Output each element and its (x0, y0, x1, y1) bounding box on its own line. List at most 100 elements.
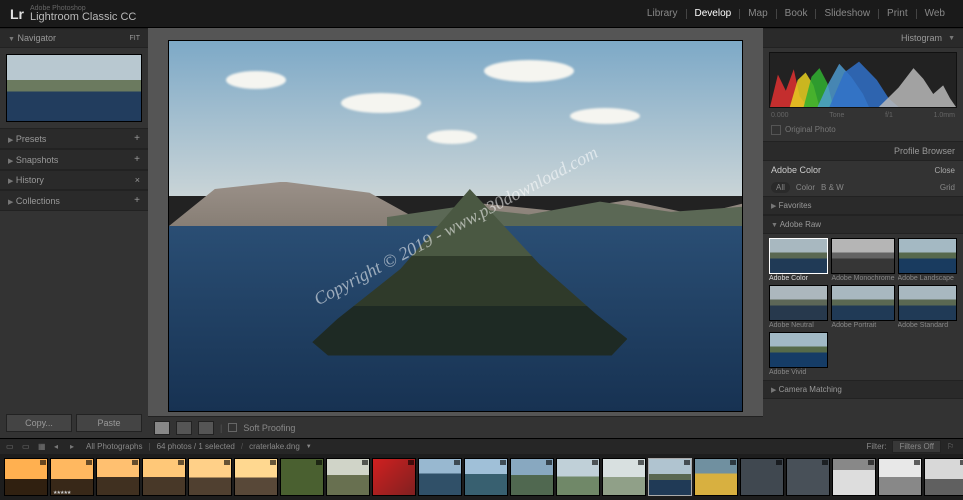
navigator-thumbnail[interactable] (6, 54, 142, 122)
soft-proof-label: Soft Proofing (243, 423, 295, 433)
module-map[interactable]: Map (740, 9, 776, 19)
chevron-down-icon: ▼ (771, 222, 778, 229)
navigator-zoom[interactable]: FIT (130, 35, 141, 42)
profile-browser-header[interactable]: Profile Browser (763, 141, 963, 161)
lr-logo: Lr (10, 6, 24, 22)
center-area: Copyright © 2019 - www.p30download.com |… (148, 28, 763, 438)
histogram-labels: 0.000 Tone f/1 1.0mm (763, 112, 963, 123)
film-thumb[interactable] (510, 458, 554, 496)
compare-view-button[interactable] (198, 421, 214, 435)
close-icon[interactable]: × (135, 175, 140, 185)
profile-adobe-portrait[interactable]: Adobe Portrait (831, 285, 894, 329)
filter-dropdown[interactable]: Filters Off (892, 440, 941, 453)
film-thumb[interactable] (372, 458, 416, 496)
loupe-view-button[interactable] (154, 421, 170, 435)
film-thumb[interactable] (188, 458, 232, 496)
film-thumb[interactable] (602, 458, 646, 496)
module-slideshow[interactable]: Slideshow (816, 9, 879, 19)
brand-title: Lightroom Classic CC (30, 12, 136, 23)
filter-all[interactable]: All (771, 182, 790, 193)
before-after-button[interactable] (176, 421, 192, 435)
film-thumb[interactable] (280, 458, 324, 496)
camera-matching-section[interactable]: ▶ Camera Matching (763, 380, 963, 399)
chevron-right-icon: ▶ (8, 199, 13, 206)
film-thumb[interactable] (4, 458, 48, 496)
image-preview[interactable]: Copyright © 2019 - www.p30download.com (168, 40, 743, 412)
film-thumb[interactable] (464, 458, 508, 496)
profile-adobe-neutral[interactable]: Adobe Neutral (769, 285, 828, 329)
chevron-down-icon[interactable]: ▼ (306, 444, 312, 450)
navigator-header[interactable]: ▼ Navigator FIT (0, 28, 148, 48)
filter-color[interactable]: Color (796, 183, 815, 192)
profile-adobe-color[interactable]: Adobe Color (769, 238, 828, 282)
develop-toolbar: | Soft Proofing (148, 416, 763, 438)
left-panel: ▼ Navigator FIT ▶ Presets+ ▶ Snapshots+ … (0, 28, 148, 438)
profile-grid: Adobe Color Adobe Monochrome Adobe Lands… (763, 234, 963, 380)
grid-mode-toggle[interactable]: Grid (940, 183, 955, 192)
grid-icon[interactable]: ▦ (38, 442, 48, 452)
film-thumb[interactable] (418, 458, 462, 496)
film-thumb[interactable] (786, 458, 830, 496)
film-thumb[interactable] (648, 458, 692, 496)
film-thumb[interactable] (96, 458, 140, 496)
profile-browser-title: Profile Browser (894, 146, 955, 156)
soft-proof-checkbox[interactable] (228, 423, 237, 432)
paste-button[interactable]: Paste (76, 414, 142, 432)
film-thumb[interactable] (694, 458, 738, 496)
panel-presets[interactable]: ▶ Presets+ (0, 128, 148, 149)
profile-adobe-standard[interactable]: Adobe Standard (898, 285, 957, 329)
filter-bw[interactable]: B & W (821, 183, 844, 192)
title-bar: Lr Adobe Photoshop Lightroom Classic CC … (0, 0, 963, 28)
film-thumb[interactable] (924, 458, 963, 496)
source-label[interactable]: All Photographs (86, 442, 142, 451)
chevron-down-icon: ▼ (948, 35, 955, 42)
favorites-section[interactable]: ▶ Favorites (763, 196, 963, 215)
histogram-header[interactable]: Histogram ▼ (763, 28, 963, 48)
right-panel: Histogram ▼ 0.000 Tone f/1 1.0mm Original… (763, 28, 963, 438)
panel-collections[interactable]: ▶ Collections+ (0, 190, 148, 211)
chevron-down-icon: ▼ (8, 36, 15, 43)
module-print[interactable]: Print (879, 9, 917, 19)
chevron-right-icon: ▶ (8, 158, 13, 165)
flag-icon[interactable]: ⚐ (947, 442, 957, 452)
film-thumb[interactable] (740, 458, 784, 496)
profile-adobe-vivid[interactable]: Adobe Vivid (769, 332, 828, 376)
profile-adobe-monochrome[interactable]: Adobe Monochrome (831, 238, 894, 282)
histogram-title: Histogram (901, 33, 942, 43)
plus-icon[interactable]: + (134, 154, 140, 165)
copy-button[interactable]: Copy... (6, 414, 72, 432)
plus-icon[interactable]: + (134, 133, 140, 144)
module-picker: Library Develop Map Book Slideshow Print… (639, 9, 953, 19)
film-thumb[interactable]: ★★★★★ (50, 458, 94, 496)
film-thumb[interactable] (556, 458, 600, 496)
filter-label: Filter: (866, 442, 886, 451)
second-window-icon[interactable]: ▭ (22, 442, 32, 452)
navigator-title: Navigator (17, 33, 56, 43)
back-icon[interactable]: ◂ (54, 442, 64, 452)
chevron-right-icon: ▶ (771, 203, 776, 210)
forward-icon[interactable]: ▸ (70, 442, 80, 452)
film-thumb[interactable] (142, 458, 186, 496)
photo-count: 64 photos / 1 selected (157, 442, 235, 451)
film-thumb[interactable] (326, 458, 370, 496)
chevron-right-icon: ▶ (771, 387, 776, 394)
plus-icon[interactable]: + (134, 195, 140, 206)
close-button[interactable]: Close (935, 166, 955, 175)
adobe-raw-section[interactable]: ▼ Adobe Raw (763, 215, 963, 234)
film-thumb[interactable] (832, 458, 876, 496)
main-window-icon[interactable]: ▭ (6, 442, 16, 452)
chevron-right-icon: ▶ (8, 178, 13, 185)
panel-snapshots[interactable]: ▶ Snapshots+ (0, 149, 148, 170)
module-library[interactable]: Library (639, 9, 687, 19)
module-web[interactable]: Web (917, 9, 953, 19)
module-book[interactable]: Book (777, 9, 817, 19)
chevron-right-icon: ▶ (8, 137, 13, 144)
film-thumb[interactable] (878, 458, 922, 496)
histogram[interactable] (769, 52, 957, 108)
filmstrip[interactable]: ★★★★★ (0, 454, 963, 500)
original-photo-checkbox[interactable]: Original Photo (763, 123, 963, 141)
profile-adobe-landscape[interactable]: Adobe Landscape (898, 238, 957, 282)
module-develop[interactable]: Develop (687, 9, 741, 19)
film-thumb[interactable] (234, 458, 278, 496)
panel-history[interactable]: ▶ History× (0, 170, 148, 190)
